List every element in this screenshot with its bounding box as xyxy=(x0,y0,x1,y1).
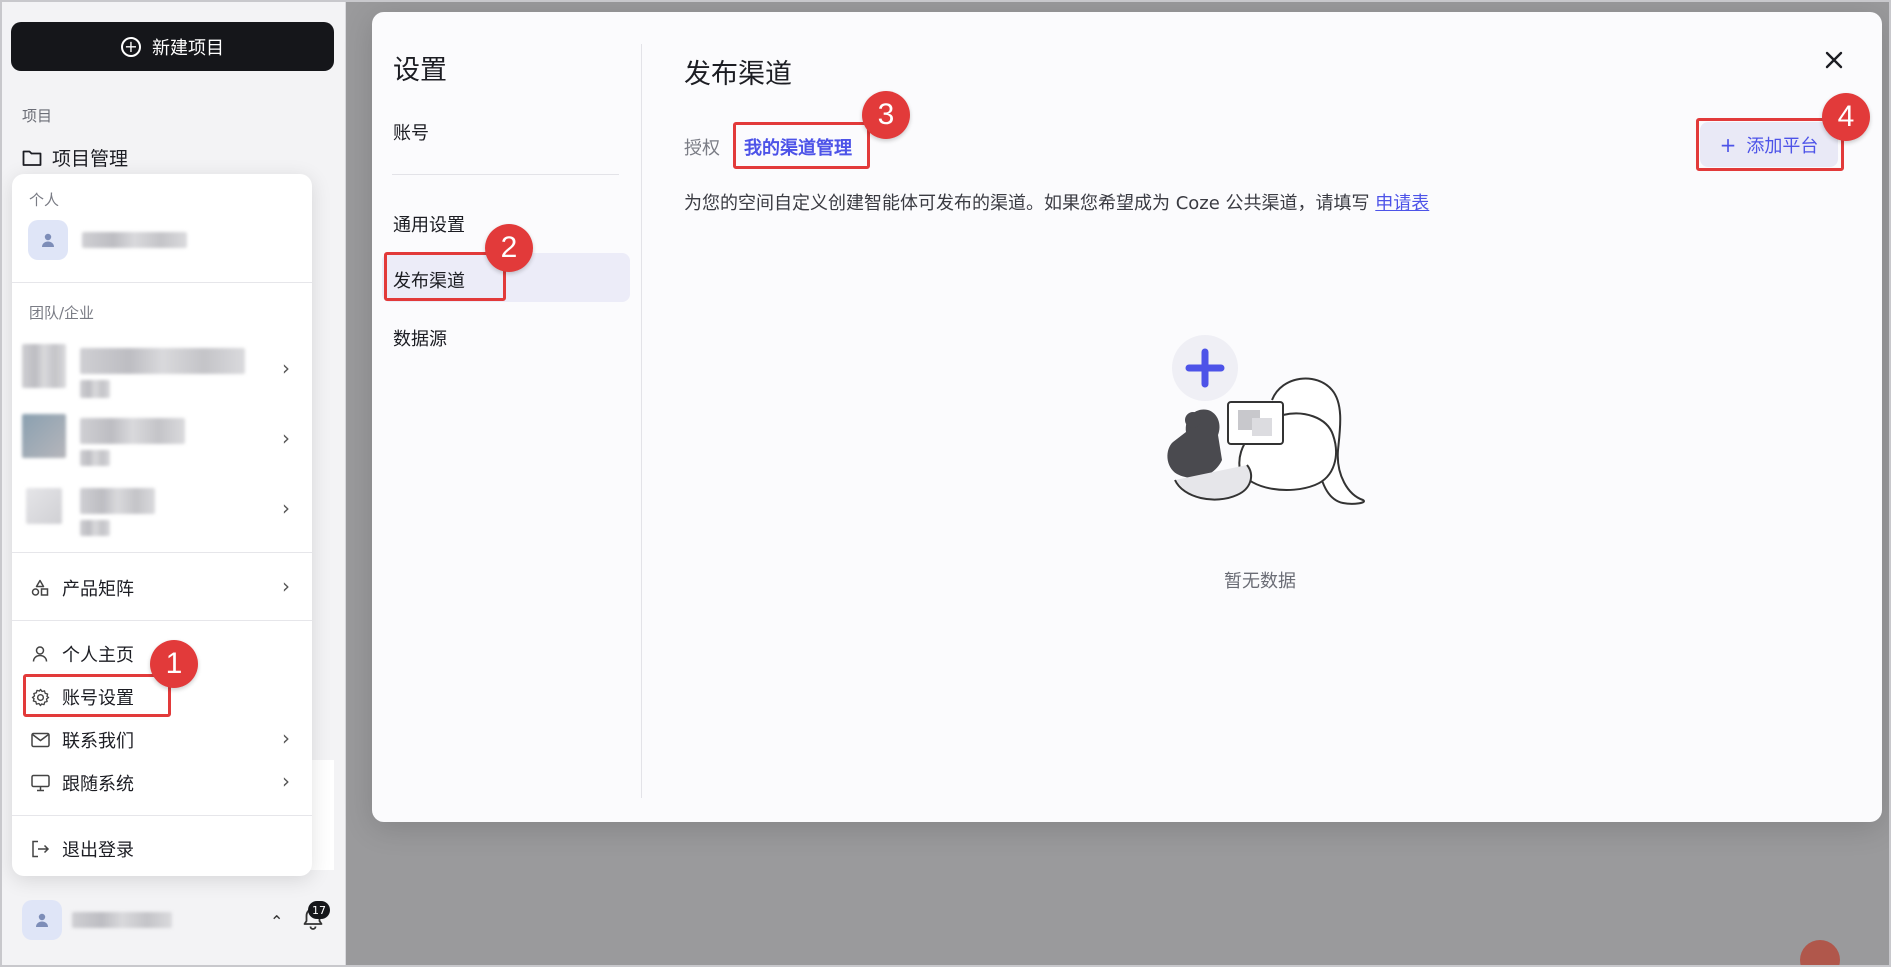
settings-nav-data-sources[interactable]: 数据源 xyxy=(393,325,447,351)
tab-my-channels[interactable]: 我的渠道管理 xyxy=(744,134,852,160)
menu-item-theme[interactable]: 跟随系统 › xyxy=(12,763,312,803)
account-name-blurred xyxy=(82,232,187,248)
team-avatar-blurred xyxy=(22,414,66,458)
annotation-number-2: 2 xyxy=(485,224,533,272)
user-icon xyxy=(42,233,54,247)
empty-state-text: 暂无数据 xyxy=(1224,571,1296,592)
settings-nav-account[interactable]: 账号 xyxy=(393,119,429,145)
contact-us-label: 联系我们 xyxy=(62,731,134,752)
page-title: 发布渠道 xyxy=(684,59,792,90)
chevron-right-icon: › xyxy=(282,356,290,380)
team-name-blurred xyxy=(80,348,245,374)
team-item[interactable]: › xyxy=(12,410,312,470)
divider xyxy=(12,620,312,621)
mail-icon xyxy=(29,729,51,751)
divider xyxy=(12,815,312,816)
menu-item-logout[interactable]: 退出登录 xyxy=(12,829,312,869)
close-button[interactable] xyxy=(1818,44,1850,76)
monitor-icon xyxy=(29,772,51,794)
chevron-right-icon: › xyxy=(282,426,290,450)
settings-title: 设置 xyxy=(393,55,447,86)
product-matrix-label: 产品矩阵 xyxy=(62,579,134,600)
add-platform-button[interactable]: + 添加平台 xyxy=(1700,122,1838,167)
new-project-button[interactable]: + 新建项目 xyxy=(11,22,334,71)
notification-badge: 17 xyxy=(308,901,330,919)
user-icon xyxy=(36,913,48,927)
personal-label: 个人 xyxy=(29,191,60,209)
shapes-icon xyxy=(29,577,51,599)
logout-label: 退出登录 xyxy=(62,840,134,861)
profile-label: 个人主页 xyxy=(62,645,134,666)
tab-authorization[interactable]: 授权 xyxy=(684,134,720,160)
menu-item-product-matrix[interactable]: 产品矩阵 › xyxy=(12,568,312,608)
account-menu-popup: 个人 团队/企业 › › › 产品矩阵 › 个人主页 账号设置 联系我们 › 跟… xyxy=(12,174,312,876)
team-enterprise-label: 团队/企业 xyxy=(29,304,95,322)
divider xyxy=(12,282,312,283)
team-name-blurred xyxy=(80,520,110,536)
chevron-right-icon: › xyxy=(282,574,290,598)
username-blurred xyxy=(72,912,172,928)
account-settings-label: 账号设置 xyxy=(62,688,134,709)
apply-form-link[interactable]: 申请表 xyxy=(1375,193,1429,214)
new-project-label: 新建项目 xyxy=(152,37,224,59)
team-name-blurred xyxy=(80,488,155,514)
gear-icon xyxy=(29,686,51,708)
follow-system-label: 跟随系统 xyxy=(62,774,134,795)
chevron-right-icon: › xyxy=(282,769,290,793)
avatar xyxy=(22,900,62,940)
team-item[interactable]: › xyxy=(12,340,312,400)
menu-item-contact-us[interactable]: 联系我们 › xyxy=(12,720,312,760)
add-platform-label: 添加平台 xyxy=(1746,135,1819,157)
folder-icon xyxy=(22,150,42,166)
team-name-blurred xyxy=(80,450,110,466)
chevron-up-down-icon[interactable]: ⌃ xyxy=(270,912,283,931)
avatar[interactable] xyxy=(1800,940,1840,967)
chevron-right-icon: › xyxy=(282,496,290,520)
avatar xyxy=(28,220,68,260)
annotation-number-4: 4 xyxy=(1822,93,1870,141)
empty-state-illustration xyxy=(1167,335,1365,505)
chevron-right-icon: › xyxy=(282,726,290,750)
divider xyxy=(392,174,619,175)
settings-modal xyxy=(372,12,1882,822)
personal-account-row[interactable] xyxy=(12,218,312,262)
close-icon xyxy=(1825,51,1843,69)
divider xyxy=(12,552,312,553)
team-avatar-blurred xyxy=(22,344,66,388)
project-management-label: 项目管理 xyxy=(52,148,129,170)
plus-circle-icon: + xyxy=(121,36,141,57)
team-item[interactable]: › xyxy=(12,480,312,540)
settings-nav-general[interactable]: 通用设置 xyxy=(393,211,465,237)
annotation-number-3: 3 xyxy=(862,91,910,139)
sidebar-item-project-management[interactable]: 项目管理 xyxy=(22,144,128,171)
description-body: 为您的空间自定义创建智能体可发布的渠道。如果您希望成为 Coze 公共渠道，请填… xyxy=(684,193,1370,214)
team-name-blurred xyxy=(80,380,110,398)
projects-section-label: 项目 xyxy=(22,107,53,125)
description-text: 为您的空间自定义创建智能体可发布的渠道。如果您希望成为 Coze 公共渠道，请填… xyxy=(684,189,1429,215)
plus-icon: + xyxy=(1719,132,1737,157)
team-avatar-blurred xyxy=(26,488,62,524)
settings-nav-publish-channels[interactable]: 发布渠道 xyxy=(393,267,465,293)
annotation-number-1: 1 xyxy=(150,640,198,688)
vertical-divider xyxy=(641,44,642,798)
user-switcher[interactable]: ⌃ xyxy=(22,898,332,942)
team-name-blurred xyxy=(80,418,185,444)
logout-icon xyxy=(29,838,51,860)
person-icon xyxy=(29,643,51,665)
